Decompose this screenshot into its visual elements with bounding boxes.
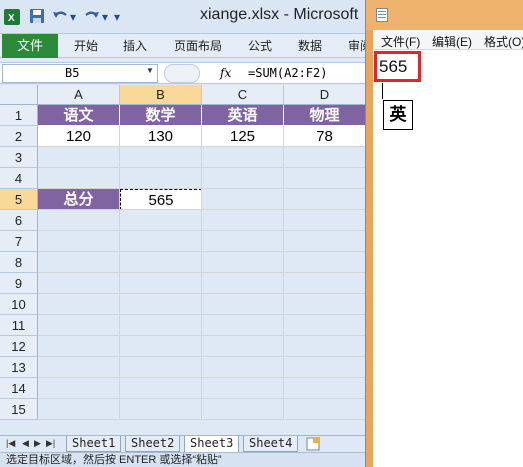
tab-file[interactable]: 文件 bbox=[2, 34, 58, 58]
tab-insert[interactable]: 插入 bbox=[123, 34, 147, 58]
notepad-menu-bar: 文件(F) 编辑(E) 格式(O) bbox=[373, 30, 523, 50]
notepad-window: 文件(F) 编辑(E) 格式(O) 565 英 bbox=[365, 0, 523, 467]
row-header-9[interactable]: 9 bbox=[0, 273, 38, 294]
cell-b1[interactable]: 数学 bbox=[120, 105, 202, 126]
tab-home[interactable]: 开始 bbox=[74, 34, 98, 58]
undo-icon[interactable] bbox=[52, 9, 68, 23]
menu-format[interactable]: 格式(O) bbox=[484, 33, 523, 50]
tab-data[interactable]: 数据 bbox=[298, 34, 322, 58]
name-box[interactable]: B5 bbox=[2, 64, 158, 83]
redo-dropdown-icon[interactable]: ▾ bbox=[102, 9, 108, 25]
column-header-a[interactable]: A bbox=[38, 85, 120, 105]
menu-edit[interactable]: 编辑(E) bbox=[432, 33, 472, 50]
column-header-b[interactable]: B bbox=[120, 85, 202, 105]
select-all-corner[interactable] bbox=[0, 85, 38, 105]
customize-toolbar-icon[interactable]: ▾ bbox=[114, 9, 120, 25]
last-sheet-icon[interactable]: ▶| bbox=[46, 438, 55, 449]
excel-window: X ▾ ▾ ▾ xiange.xlsx - Microsoft 文件 开始 插入… bbox=[0, 0, 370, 467]
row-header-1[interactable]: 1 bbox=[0, 105, 38, 126]
svg-text:X: X bbox=[8, 13, 15, 24]
formula-input[interactable]: =SUM(A2:F2) bbox=[248, 66, 327, 80]
undo-dropdown-icon[interactable]: ▾ bbox=[70, 9, 76, 25]
row-header-13[interactable]: 13 bbox=[0, 357, 38, 378]
sheet-tab-sheet2[interactable]: Sheet2 bbox=[125, 436, 181, 452]
row-header-5[interactable]: 5 bbox=[0, 189, 38, 210]
cell-d2[interactable]: 78 bbox=[284, 126, 366, 147]
row-header-10[interactable]: 10 bbox=[0, 294, 38, 315]
row-header-15[interactable]: 15 bbox=[0, 399, 38, 420]
row-header-12[interactable]: 12 bbox=[0, 336, 38, 357]
row-header-7[interactable]: 7 bbox=[0, 231, 38, 252]
cell-c2[interactable]: 125 bbox=[202, 126, 284, 147]
notepad-title-bar bbox=[366, 0, 523, 30]
excel-logo-icon: X bbox=[4, 9, 20, 25]
row-header-14[interactable]: 14 bbox=[0, 378, 38, 399]
row-header-4[interactable]: 4 bbox=[0, 168, 38, 189]
row-header-11[interactable]: 11 bbox=[0, 315, 38, 336]
tab-formulas[interactable]: 公式 bbox=[248, 34, 272, 58]
cell-d1[interactable]: 物理 bbox=[284, 105, 366, 126]
worksheet-grid[interactable]: A B C D 1 2 3 4 5 6 7 8 9 10 11 12 13 14… bbox=[0, 85, 370, 435]
ribbon-tabs: 文件 开始 插入 页面布局 公式 数据 审阅 bbox=[0, 34, 370, 58]
formula-bar: B5 ▼ fx =SUM(A2:F2) bbox=[0, 62, 370, 84]
status-bar-text: 选定目标区域，然后按 ENTER 或选择“粘贴” bbox=[0, 452, 370, 467]
redo-icon[interactable] bbox=[84, 9, 100, 23]
text-caret bbox=[382, 83, 383, 99]
sheet-tab-sheet1[interactable]: Sheet1 bbox=[66, 436, 122, 452]
sheet-tab-sheet3[interactable]: Sheet3 bbox=[184, 436, 240, 453]
prev-sheet-icon[interactable]: ◀ bbox=[22, 438, 29, 449]
save-icon[interactable] bbox=[30, 9, 44, 23]
row-header-2[interactable]: 2 bbox=[0, 126, 38, 147]
menu-file[interactable]: 文件(F) bbox=[381, 33, 420, 50]
cell-b2[interactable]: 130 bbox=[120, 126, 202, 147]
insert-function-icon[interactable]: fx bbox=[220, 66, 231, 80]
column-header-c[interactable]: C bbox=[202, 85, 284, 105]
notepad-content: 565 bbox=[379, 57, 408, 76]
sheet-tab-sheet4[interactable]: Sheet4 bbox=[243, 436, 299, 452]
row-header-3[interactable]: 3 bbox=[0, 147, 38, 168]
grid-lines bbox=[38, 147, 370, 420]
sheet-tab-bar: |◀ ◀ ▶ ▶| Sheet1 Sheet2 Sheet3 Sheet4 bbox=[0, 435, 370, 453]
window-title: xiange.xlsx - Microsoft bbox=[200, 6, 359, 23]
column-header-d[interactable]: D bbox=[284, 85, 366, 105]
cell-a2[interactable]: 120 bbox=[38, 126, 120, 147]
ime-indicator[interactable]: 英 bbox=[383, 100, 413, 130]
excel-title-bar: X ▾ ▾ ▾ xiange.xlsx - Microsoft bbox=[0, 0, 370, 34]
row-header-6[interactable]: 6 bbox=[0, 210, 38, 231]
cell-a1[interactable]: 语文 bbox=[38, 105, 120, 126]
next-sheet-icon[interactable]: ▶ bbox=[34, 438, 41, 449]
first-sheet-icon[interactable]: |◀ bbox=[6, 438, 15, 449]
notepad-icon bbox=[376, 8, 388, 22]
name-box-dropdown-icon[interactable]: ▼ bbox=[146, 66, 154, 75]
cell-c1[interactable]: 英语 bbox=[202, 105, 284, 126]
tab-page-layout[interactable]: 页面布局 bbox=[174, 34, 222, 58]
notepad-text-area[interactable]: 565 英 bbox=[373, 50, 523, 467]
formula-bar-expand-handle[interactable] bbox=[164, 64, 200, 83]
insert-sheet-icon[interactable] bbox=[306, 437, 322, 451]
row-header-8[interactable]: 8 bbox=[0, 252, 38, 273]
